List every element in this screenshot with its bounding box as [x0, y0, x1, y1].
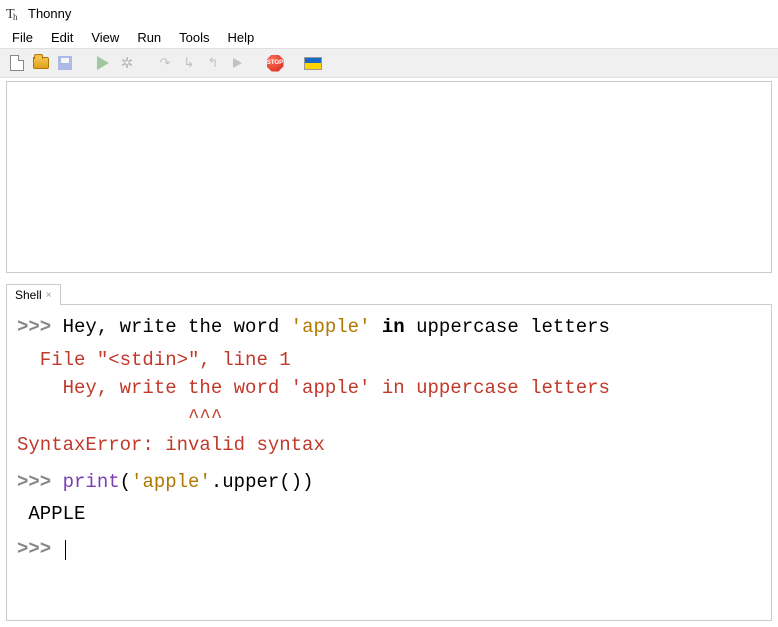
error-line-file: File "<stdin>", line 1	[17, 346, 761, 375]
error-line-src: Hey, write the word 'apple' in uppercase…	[17, 374, 761, 403]
toolbar: ✲ ↷ ↳ ↰ STOP	[0, 48, 778, 78]
svg-text:h: h	[13, 12, 18, 21]
stop-button[interactable]: STOP	[266, 54, 284, 72]
shell-prompt: >>>	[17, 316, 51, 338]
error-line-caret: ^^^	[17, 403, 761, 432]
step-out-button[interactable]: ↰	[204, 54, 222, 72]
tab-close-icon[interactable]: ×	[46, 290, 52, 301]
step-over-icon: ↷	[160, 55, 171, 71]
window-title: Thonny	[28, 6, 71, 21]
step-over-button[interactable]: ↷	[156, 54, 174, 72]
ukraine-flag-icon	[304, 57, 322, 70]
menu-file[interactable]: File	[4, 28, 41, 47]
shell-prompt: >>>	[17, 471, 51, 493]
shell-panel[interactable]: >>> Hey, write the word 'apple' in upper…	[6, 304, 772, 621]
error-line-msg: SyntaxError: invalid syntax	[17, 431, 761, 460]
shell-input-line-2: >>> print('apple'.upper())	[17, 468, 761, 497]
resume-button[interactable]	[228, 54, 246, 72]
tab-shell-label: Shell	[15, 288, 42, 302]
open-file-button[interactable]	[32, 54, 50, 72]
run-icon	[97, 56, 109, 70]
step-into-icon: ↳	[184, 55, 195, 71]
save-icon	[58, 56, 72, 70]
stop-icon: STOP	[267, 55, 284, 72]
shell-input-line-1: >>> Hey, write the word 'apple' in upper…	[17, 313, 761, 342]
support-ukraine-button[interactable]	[304, 54, 322, 72]
menu-run[interactable]: Run	[129, 28, 169, 47]
editor-area[interactable]	[6, 81, 772, 273]
menu-help[interactable]: Help	[220, 28, 263, 47]
shell-prompt: >>>	[17, 538, 51, 560]
menu-tools[interactable]: Tools	[171, 28, 217, 47]
open-folder-icon	[33, 57, 49, 69]
menu-edit[interactable]: Edit	[43, 28, 81, 47]
shell-tab-bar: Shell ×	[0, 280, 778, 304]
run-button[interactable]	[94, 54, 112, 72]
shell-output: APPLE	[17, 500, 761, 529]
step-out-icon: ↰	[208, 55, 219, 71]
resume-icon	[233, 58, 242, 68]
app-logo-icon: T h	[6, 5, 22, 21]
shell-error-block: File "<stdin>", line 1 Hey, write the wo…	[17, 346, 761, 460]
text-cursor-icon	[65, 540, 67, 560]
title-bar: T h Thonny	[0, 0, 778, 26]
shell-current-prompt[interactable]: >>>	[17, 535, 761, 564]
save-file-button[interactable]	[56, 54, 74, 72]
new-file-button[interactable]	[8, 54, 26, 72]
debug-icon: ✲	[121, 54, 134, 72]
debug-button[interactable]: ✲	[118, 54, 136, 72]
tab-shell[interactable]: Shell ×	[6, 284, 61, 305]
new-file-icon	[10, 55, 24, 71]
menu-view[interactable]: View	[83, 28, 127, 47]
step-into-button[interactable]: ↳	[180, 54, 198, 72]
menu-bar: File Edit View Run Tools Help	[0, 26, 778, 48]
